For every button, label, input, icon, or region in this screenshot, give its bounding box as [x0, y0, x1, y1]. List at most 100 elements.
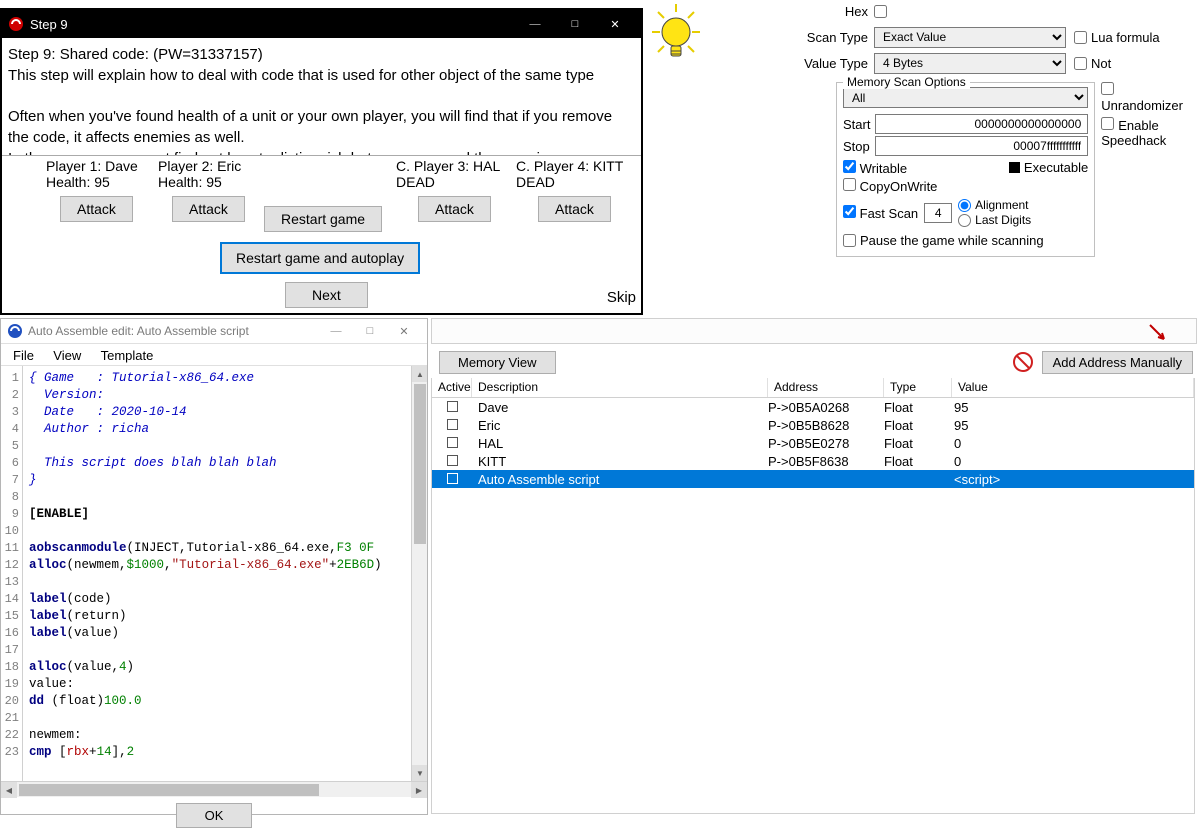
player-4: C. Player 4: KITT DEAD Attack: [516, 158, 646, 222]
desc-line: In these cases you must find out how to …: [8, 148, 633, 156]
app-icon: [8, 16, 24, 32]
col-value[interactable]: Value: [952, 378, 1194, 397]
step9-players-area: Player 1: Dave Health: 95 Attack Player …: [2, 156, 641, 309]
desc-line: This step will explain how to deal with …: [8, 65, 633, 86]
red-arrow-icon[interactable]: [1146, 321, 1168, 343]
writable-checkbox[interactable]: Writable: [843, 160, 907, 176]
asm-gutter: 1234567891011121314151617181920212223: [1, 366, 23, 781]
scroll-right-icon[interactable]: ▶: [411, 782, 427, 798]
col-description[interactable]: Description: [472, 378, 768, 397]
table-header: Active Description Address Type Value: [432, 378, 1194, 398]
pause-scanning-checkbox[interactable]: Pause the game while scanning: [843, 233, 1088, 248]
scan-type-label: Scan Type: [800, 30, 874, 45]
value-type-label: Value Type: [800, 56, 874, 71]
stop-address-input[interactable]: [875, 136, 1088, 156]
asm-title: Auto Assemble edit: Auto Assemble script: [28, 324, 319, 338]
skip-link[interactable]: Skip: [607, 289, 636, 306]
auto-assemble-window: Auto Assemble edit: Auto Assemble script…: [0, 318, 428, 815]
memopt-legend: Memory Scan Options: [843, 75, 970, 89]
scroll-thumb[interactable]: [414, 384, 426, 544]
no-entry-icon[interactable]: [1012, 351, 1034, 373]
maximize-button[interactable]: □: [555, 12, 595, 36]
stop-label: Stop: [843, 139, 875, 154]
memory-view-button[interactable]: Memory View: [439, 351, 556, 374]
scan-type-select[interactable]: Exact Value: [874, 27, 1066, 48]
app-icon: [7, 323, 23, 339]
player-health: Health: 95: [158, 174, 278, 190]
menu-template[interactable]: Template: [93, 348, 162, 363]
close-button[interactable]: ✕: [387, 321, 421, 341]
copyonwrite-checkbox[interactable]: CopyOnWrite: [843, 178, 1088, 194]
attack-button[interactable]: Attack: [418, 196, 491, 222]
alignment-radio[interactable]: Alignment: [958, 198, 1031, 212]
memory-scan-options: Memory Scan Options All Start Stop Writa…: [836, 82, 1095, 257]
value-type-select[interactable]: 4 Bytes: [874, 53, 1066, 74]
attack-button[interactable]: Attack: [60, 196, 133, 222]
speedhack-checkbox[interactable]: Enable Speedhack: [1101, 117, 1195, 148]
asm-titlebar[interactable]: Auto Assemble edit: Auto Assemble script…: [1, 319, 427, 343]
player-label: C. Player 4: KITT: [516, 158, 646, 174]
player-3: C. Player 3: HAL DEAD Attack: [396, 158, 526, 222]
minimize-button[interactable]: —: [515, 12, 555, 36]
menu-view[interactable]: View: [45, 348, 89, 363]
player-health: Health: 95: [46, 174, 166, 190]
toolstrip: [431, 318, 1197, 344]
player-label: Player 2: Eric: [158, 158, 278, 174]
vertical-scrollbar[interactable]: ▲ ▼: [411, 366, 427, 781]
desc-line: Step 9: Shared code: (PW=31337157): [8, 44, 633, 65]
executable-checkbox[interactable]: Executable: [1009, 160, 1088, 176]
col-address[interactable]: Address: [768, 378, 884, 397]
table-row[interactable]: KITTP->0B5F8638Float0: [432, 452, 1194, 470]
scan-panel: Hex Scan Type Exact Value Lua formula Va…: [800, 0, 1195, 280]
scroll-left-icon[interactable]: ◀: [1, 782, 17, 798]
maximize-button[interactable]: □: [353, 321, 387, 341]
last-digits-radio[interactable]: Last Digits: [958, 213, 1031, 227]
ok-button[interactable]: OK: [176, 803, 253, 828]
not-checkbox[interactable]: Not: [1074, 56, 1111, 71]
desc-blank: [8, 86, 633, 106]
hex-checkbox[interactable]: [874, 5, 887, 18]
table-row[interactable]: Auto Assemble script<script>: [432, 470, 1194, 488]
player-label: Player 1: Dave: [46, 158, 166, 174]
attack-button[interactable]: Attack: [538, 196, 611, 222]
asm-editor[interactable]: 1234567891011121314151617181920212223 { …: [1, 365, 427, 781]
player-1: Player 1: Dave Health: 95 Attack: [46, 158, 166, 222]
attack-button[interactable]: Attack: [172, 196, 245, 222]
close-button[interactable]: ✕: [595, 12, 635, 36]
hint-lightbulb-icon[interactable]: [648, 2, 704, 62]
table-body: DaveP->0B5A0268Float95EricP->0B5B8628Flo…: [432, 398, 1194, 488]
lua-formula-checkbox[interactable]: Lua formula: [1074, 30, 1160, 45]
player-label: C. Player 3: HAL: [396, 158, 526, 174]
start-label: Start: [843, 117, 875, 132]
hex-label: Hex: [800, 4, 874, 19]
col-type[interactable]: Type: [884, 378, 952, 397]
asm-code[interactable]: { Game : Tutorial-x86_64.exe Version: Da…: [23, 366, 427, 781]
player-2: Player 2: Eric Health: 95 Attack: [158, 158, 278, 222]
process-select[interactable]: All: [843, 87, 1088, 108]
scroll-thumb[interactable]: [19, 784, 319, 796]
scroll-up-icon[interactable]: ▲: [412, 366, 427, 382]
unrandomizer-checkbox[interactable]: Unrandomizer: [1101, 82, 1195, 113]
fast-scan-checkbox[interactable]: Fast Scan: [843, 205, 918, 221]
address-table: Active Description Address Type Value Da…: [431, 378, 1195, 814]
table-row[interactable]: DaveP->0B5A0268Float95: [432, 398, 1194, 416]
player-health: DEAD: [516, 174, 646, 190]
add-address-manually-button[interactable]: Add Address Manually: [1042, 351, 1193, 374]
restart-autoplay-button[interactable]: Restart game and autoplay: [220, 242, 420, 274]
col-active[interactable]: Active: [432, 378, 472, 397]
step9-titlebar[interactable]: Step 9 — □ ✕: [2, 10, 641, 38]
table-row[interactable]: HALP->0B5E0278Float0: [432, 434, 1194, 452]
step9-description: Step 9: Shared code: (PW=31337157) This …: [2, 38, 641, 156]
start-address-input[interactable]: [875, 114, 1088, 134]
menu-file[interactable]: File: [5, 348, 42, 363]
next-button[interactable]: Next: [285, 282, 368, 308]
button-row: Memory View Add Address Manually: [431, 349, 1197, 375]
step9-title: Step 9: [30, 17, 515, 32]
minimize-button[interactable]: —: [319, 321, 353, 341]
horizontal-scrollbar[interactable]: ◀ ▶: [1, 781, 427, 797]
scroll-down-icon[interactable]: ▼: [412, 765, 427, 781]
fast-scan-value-input[interactable]: [924, 203, 952, 223]
table-row[interactable]: EricP->0B5B8628Float95: [432, 416, 1194, 434]
player-health: DEAD: [396, 174, 526, 190]
restart-game-button[interactable]: Restart game: [264, 206, 382, 232]
